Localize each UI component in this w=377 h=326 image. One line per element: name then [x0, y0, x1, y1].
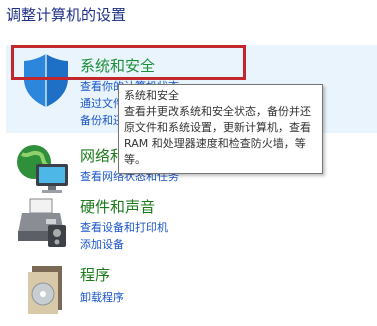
- network-icon[interactable]: [14, 142, 72, 194]
- highlight-box: [11, 45, 246, 80]
- tooltip-title: 系统和安全: [124, 89, 179, 102]
- link-uninstall-program[interactable]: 卸载程序: [80, 289, 124, 305]
- tooltip-body: 查看并更改系统和安全状态，备份并还原文件和系统设置，更新计算机，查看 RAM 和…: [124, 105, 311, 166]
- programs-icon[interactable]: [22, 262, 68, 314]
- category-title-hardware-sound[interactable]: 硬件和声音: [80, 196, 155, 217]
- page-title: 调整计算机的设置: [6, 6, 127, 24]
- category-title-programs[interactable]: 程序: [80, 264, 110, 285]
- link-add-device[interactable]: 添加设备: [80, 236, 124, 252]
- tooltip: 系统和安全 查看并更改系统和安全状态，备份并还原文件和系统设置，更新计算机，查看…: [118, 84, 323, 174]
- printer-icon[interactable]: [16, 195, 70, 249]
- link-devices-printers[interactable]: 查看设备和打印机: [80, 219, 168, 235]
